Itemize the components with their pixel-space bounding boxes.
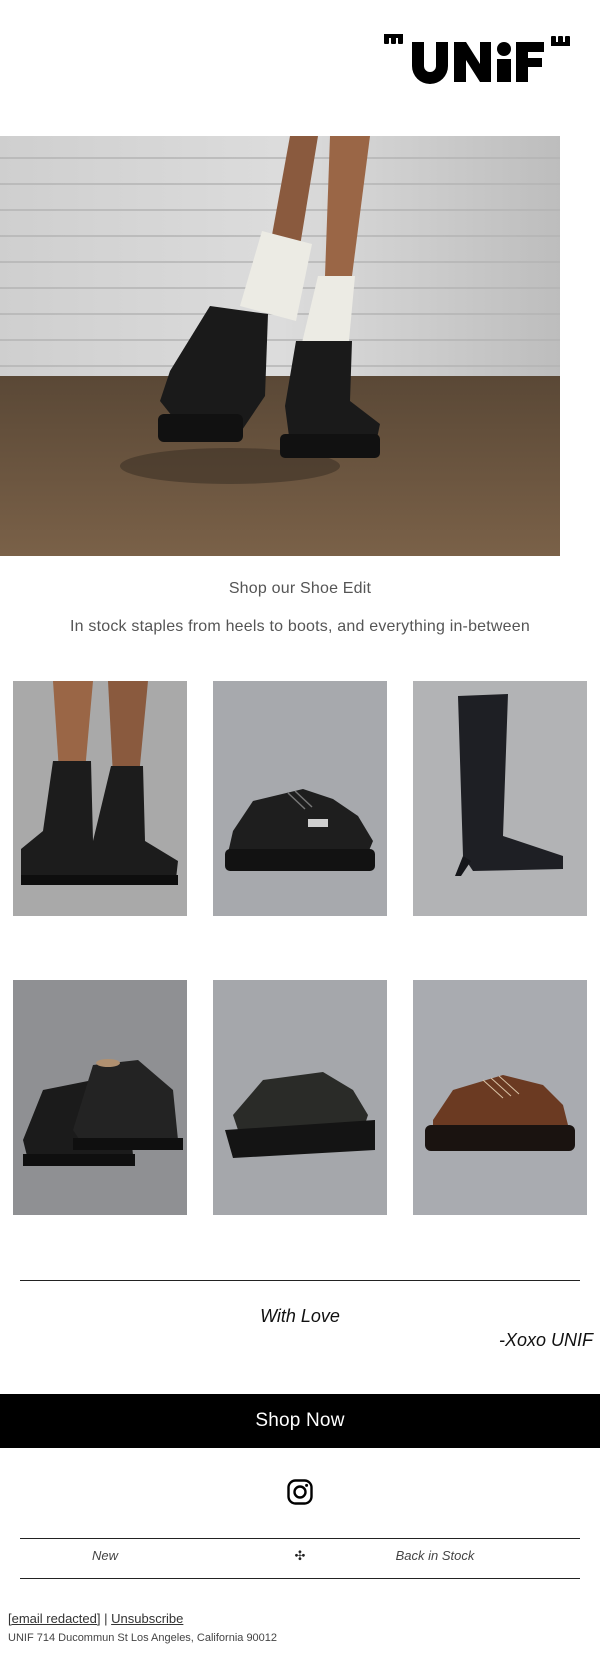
- brown-platform-derby-image[interactable]: [413, 980, 587, 1215]
- with-love-text: With Love: [260, 1306, 340, 1326]
- hero-image[interactable]: [0, 136, 560, 556]
- email-link[interactable]: [email redacted]: [8, 1611, 101, 1626]
- divider: [20, 1538, 580, 1539]
- address: UNIF 714 Ducommun St Los Angeles, Califo…: [8, 1632, 278, 1644]
- divider: [20, 1280, 580, 1281]
- nav-link-new[interactable]: New: [70, 1548, 140, 1563]
- email-header: [0, 0, 600, 136]
- wedge-loafer-image[interactable]: [213, 980, 387, 1215]
- black-derby-shoes-image[interactable]: [13, 980, 187, 1215]
- xoxo-signature: -Xoxo UNIF: [498, 1330, 593, 1350]
- subline: In stock staples from heels to boots, an…: [70, 618, 530, 635]
- shop-now-label: Shop Now: [255, 1410, 345, 1431]
- divider: [20, 1578, 580, 1579]
- legal-divider: |: [100, 1611, 112, 1626]
- platform-oxford-image[interactable]: [213, 681, 387, 916]
- nav-link-back-in-stock[interactable]: Back in Stock: [380, 1548, 490, 1563]
- unsubscribe-link[interactable]: Unsubscribe: [111, 1611, 183, 1626]
- unif-logo[interactable]: [384, 30, 570, 86]
- knee-high-kitten-heel-boot-image[interactable]: [413, 681, 587, 916]
- legal-line: [email redacted] | Unsubscribe: [8, 1611, 183, 1626]
- lace-up-combat-boots-image[interactable]: [13, 681, 187, 916]
- shop-now-button[interactable]: Shop Now: [0, 1394, 600, 1448]
- instagram-icon[interactable]: [287, 1479, 313, 1505]
- headline: Shop our Shoe Edit: [228, 580, 372, 597]
- nav-separator-icon: ✣: [294, 1548, 306, 1563]
